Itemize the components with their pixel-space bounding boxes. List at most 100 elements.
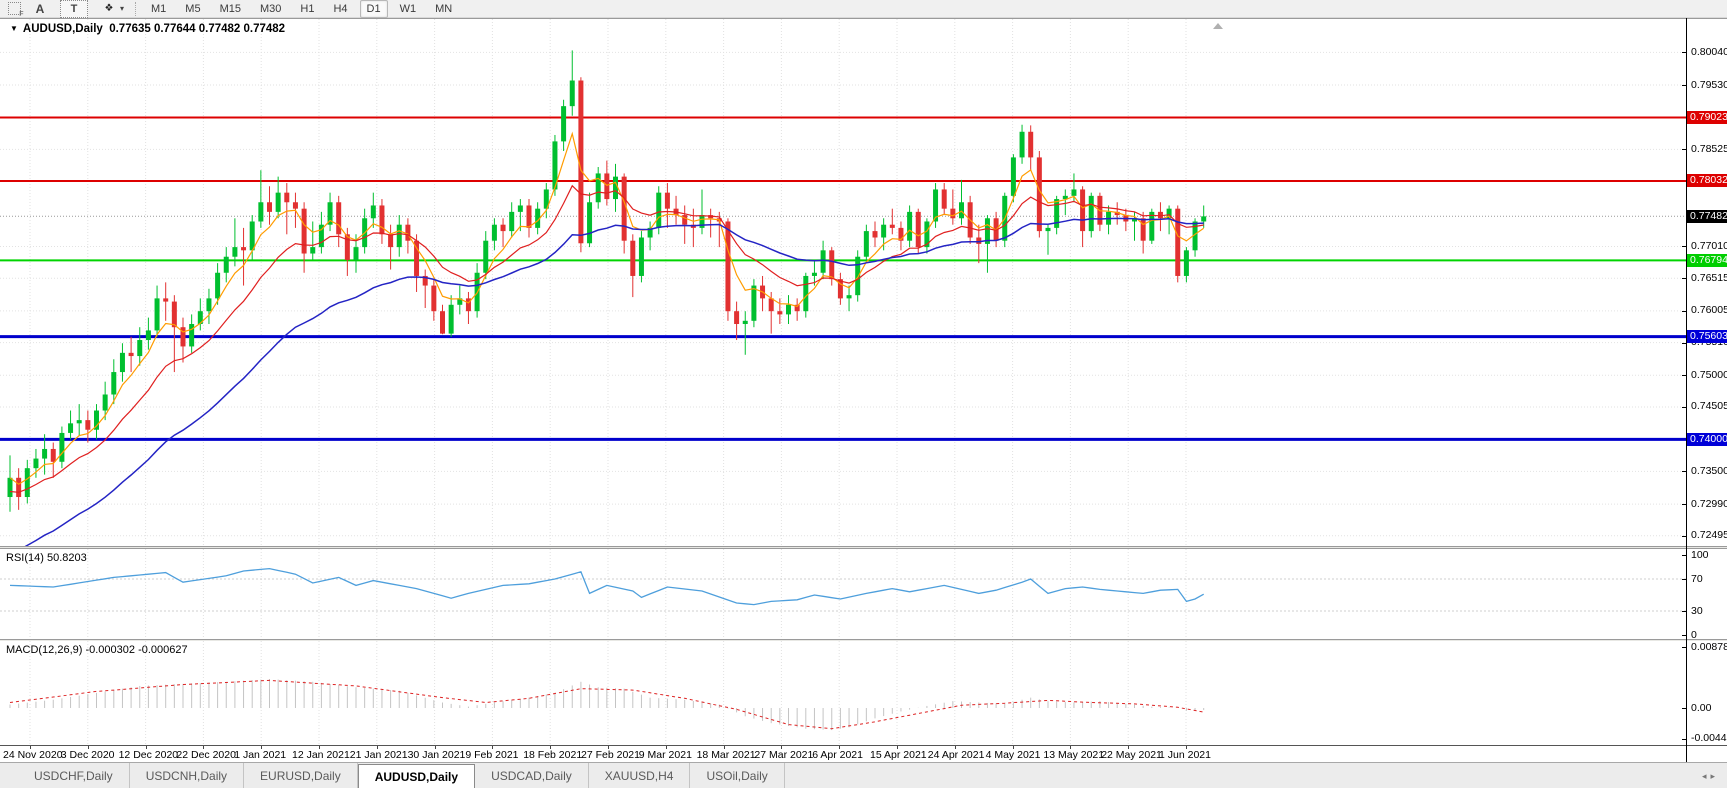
rsi-axis-label: 100 [1691,549,1709,562]
rsi-label: RSI(14) 50.8203 [6,552,87,564]
tab-usdcnh-daily[interactable]: USDCNH,Daily [130,763,244,788]
macd-axis-label: 0.008782 [1691,641,1727,654]
date-label: 9 Mar 2021 [639,749,692,761]
date-label: 21 Jan 2021 [350,749,408,761]
date-label: 12 Jan 2021 [292,749,350,761]
scroll-marker-icon[interactable] [1213,23,1223,29]
price-axis-label: 0.78525 [1691,143,1727,156]
time-axis[interactable]: 24 Nov 20203 Dec 202012 Dec 202022 Dec 2… [0,745,1727,762]
axis-tick [1682,246,1686,247]
timeframe-button-m5[interactable]: M5 [178,0,207,18]
styler-tool-icon[interactable]: ❖ [93,1,117,17]
axis-tick [1682,311,1686,312]
date-label: 4 May 2021 [986,749,1041,761]
tab-usdcad-daily[interactable]: USDCAD,Daily [475,763,589,788]
date-label: 9 Feb 2021 [465,749,518,761]
toolbar-separator [135,2,137,16]
date-label: 22 Dec 2020 [176,749,236,761]
tab-scroll-arrows[interactable]: ◂▸ [1702,771,1719,782]
font-tool-icon[interactable]: A [25,1,55,17]
timeframe-button-m1[interactable]: M1 [144,0,173,18]
date-label: 15 Apr 2021 [870,749,927,761]
price-level-badge-green: 0.76794 [1687,254,1727,267]
timeframe-button-m30[interactable]: M30 [253,0,288,18]
axis-tick [1682,708,1686,709]
date-label: 1 Jun 2021 [1159,749,1211,761]
date-label: 30 Jan 2021 [408,749,466,761]
price-axis-label: 0.79530 [1691,79,1727,92]
macd-label: MACD(12,26,9) -0.000302 -0.000627 [6,644,188,656]
price-level-badge-blue: 0.74000 [1687,433,1727,446]
price-axis-label: 0.73500 [1691,465,1727,478]
timeframe-button-m15[interactable]: M15 [213,0,248,18]
rsi-axis-label: 70 [1691,573,1703,586]
axis-tick [1682,536,1686,537]
price-axis-label: 0.76005 [1691,304,1727,317]
axis-tick [1682,149,1686,150]
axis-tick [1682,52,1686,53]
tab-usoil-daily[interactable]: USOil,Daily [690,763,784,788]
date-label: 1 Jan 2021 [234,749,286,761]
axis-tick [1682,611,1686,612]
axis-tick [1682,504,1686,505]
axis-tick [1682,407,1686,408]
tab-xauusd-h4[interactable]: XAUUSD,H4 [589,763,691,788]
date-label: 24 Apr 2021 [928,749,985,761]
axis-tick [1682,647,1686,648]
price-axis-label: 0.77010 [1691,240,1727,253]
price-chart-panel[interactable]: ▼ AUDUSD,Daily 0.77635 0.77644 0.77482 0.… [0,18,1727,547]
rsi-axis-label: 0 [1691,629,1697,642]
grid-dots-icon[interactable]: F [6,1,24,17]
timeframe-button-d1[interactable]: D1 [360,0,388,18]
chart-dropdown-icon[interactable]: ▼ [10,24,18,33]
date-label: 22 May 2021 [1101,749,1162,761]
ohlc-values: 0.77635 0.77644 0.77482 0.77482 [109,23,285,35]
price-axis-label: 0.76515 [1691,272,1727,285]
price-level-badge-black: 0.77482 [1687,210,1727,223]
price-axis-label: 0.75000 [1691,369,1727,382]
axis-tick [1682,555,1686,556]
timeframe-button-group: M1 M5 M15 M30 H1 H4 D1 W1MN [144,0,459,18]
axis-tick [1682,739,1686,740]
date-label: 13 May 2021 [1043,749,1104,761]
rsi-axis-label: 30 [1691,605,1703,618]
price-axis-label: 0.80040 [1691,46,1727,59]
text-label-tool-icon[interactable]: T [60,0,88,18]
tab-audusd-daily[interactable]: AUDUSD,Daily [358,764,475,788]
timeframe-button-w1[interactable]: W1 [393,0,424,18]
top-toolbar: F A T ❖ ▾ M1 M5 M15 M30 H1 H4 D1 W1MN [0,0,1727,18]
date-label: 27 Mar 2021 [754,749,813,761]
price-axis-label: 0.72495 [1691,529,1727,542]
timeframe-button-mn[interactable]: MN [428,0,459,18]
axis-tick [1682,579,1686,580]
rsi-indicator-panel[interactable]: RSI(14) 50.8203 100 70 30 0 [0,549,1727,639]
tab-eurusd-daily[interactable]: EURUSD,Daily [244,763,358,788]
timeframe-button-h1[interactable]: H1 [293,0,321,18]
macd-indicator-panel[interactable]: MACD(12,26,9) -0.000302 -0.000627 0.0087… [0,641,1727,745]
tab-usdchf-daily[interactable]: USDCHF,Daily [18,763,130,788]
candlestick-chart[interactable] [0,19,1727,547]
symbol-label: AUDUSD,Daily [23,23,103,35]
macd-chart[interactable] [0,641,1727,745]
timeframe-button-h4[interactable]: H4 [326,0,354,18]
macd-axis-label: 0.00 [1691,702,1711,715]
price-level-badge-red: 0.79023 [1687,111,1727,124]
date-label: 18 Feb 2021 [523,749,582,761]
price-level-badge-red: 0.78032 [1687,174,1727,187]
axis-tick [1682,471,1686,472]
price-axis-label: 0.74505 [1691,400,1727,413]
date-label: 12 Dec 2020 [119,749,179,761]
axis-tick [1682,375,1686,376]
axis-tick [1682,85,1686,86]
date-label: 24 Nov 2020 [3,749,63,761]
date-label: 6 Apr 2021 [812,749,863,761]
dropdown-caret-icon[interactable]: ▾ [120,4,124,13]
chart-tab-bar: USDCHF,DailyUSDCNH,DailyEURUSD,DailyAUDU… [0,762,1727,788]
price-level-badge-blue: 0.75603 [1687,330,1727,343]
rsi-chart[interactable] [0,549,1727,639]
tab-scroll-right-icon[interactable]: ▸ [1710,771,1719,781]
axis-tick [1682,278,1686,279]
date-label: 27 Feb 2021 [581,749,640,761]
macd-axis-label: -0.004451 [1691,732,1727,745]
axis-tick [1682,635,1686,636]
